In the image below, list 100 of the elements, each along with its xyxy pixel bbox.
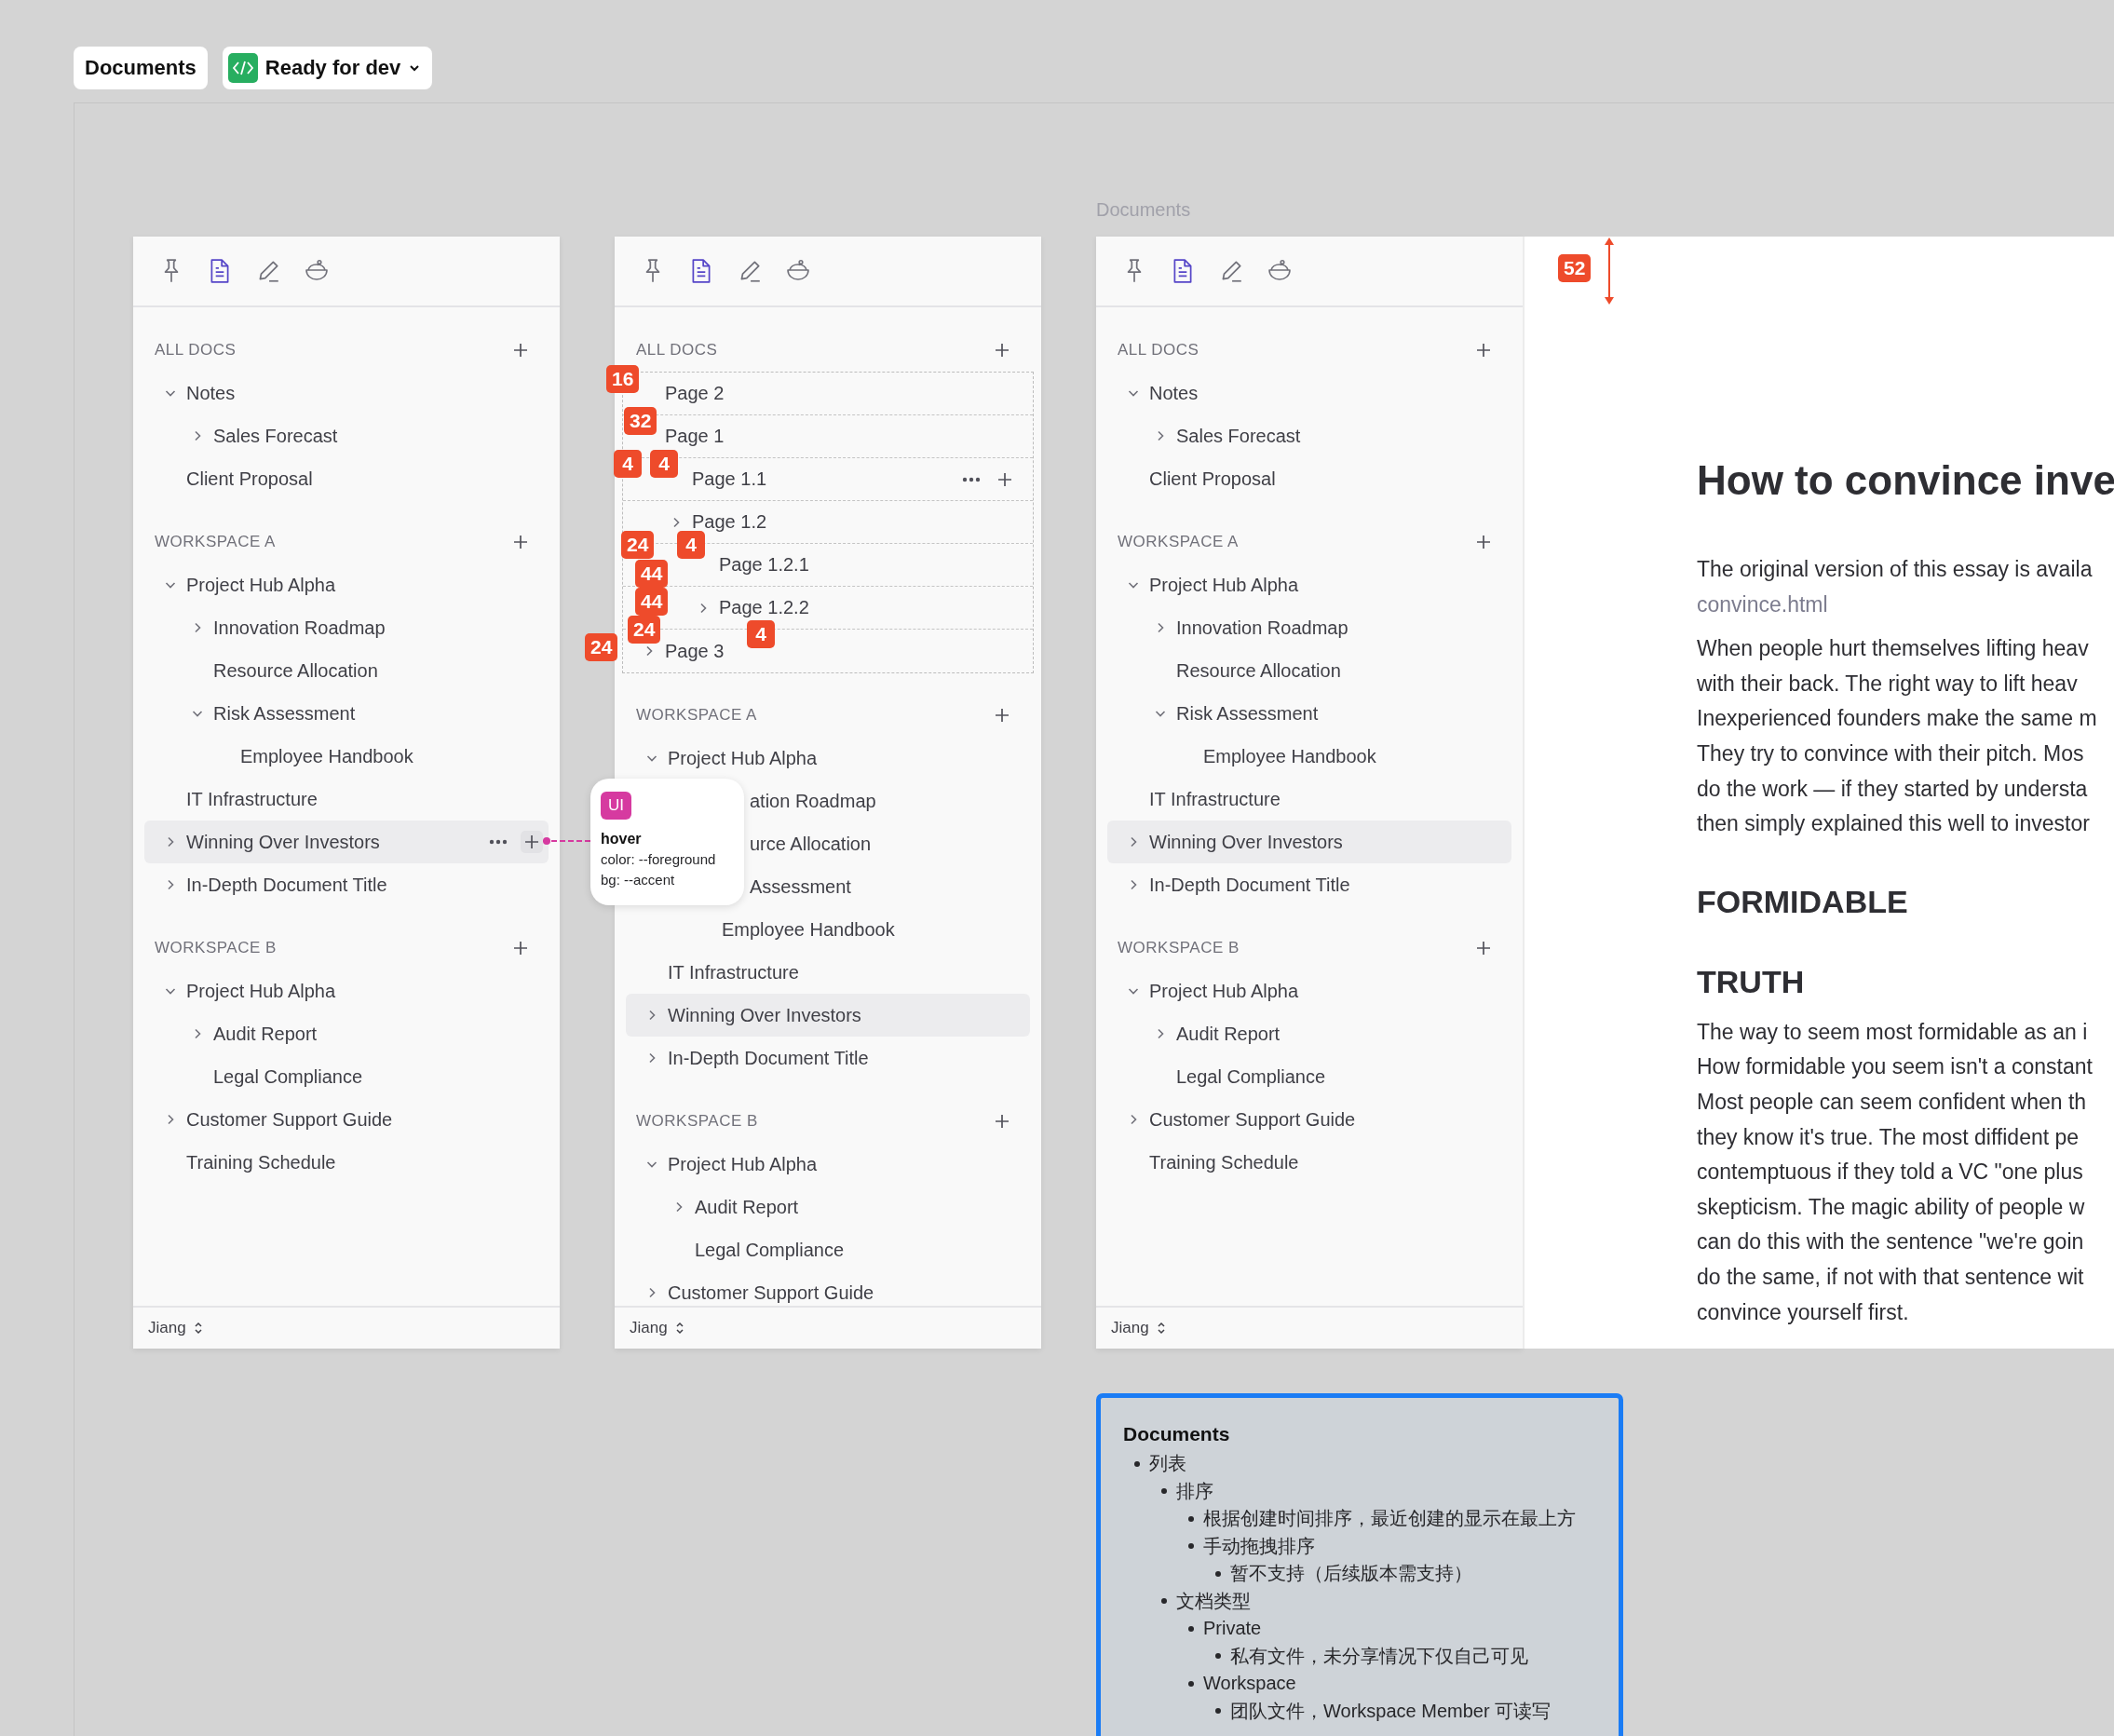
plus-icon	[1475, 342, 1492, 359]
tree-item[interactable]: Resource Allocation	[1107, 649, 1511, 692]
tree-item[interactable]: IT Infrastructure	[1107, 778, 1511, 821]
tree-item[interactable]: Innovation Roadmap	[1107, 606, 1511, 649]
tree-item[interactable]: Customer Support Guide	[626, 1271, 1030, 1306]
bullet-icon	[1215, 1653, 1221, 1660]
section-title: WORKSPACE A	[155, 533, 276, 551]
tree-item[interactable]: Legal Compliance	[144, 1055, 549, 1098]
plus-icon	[994, 342, 1010, 359]
tree-item[interactable]: Innovation Roadmap	[144, 606, 549, 649]
paragraph-text: When people hurt themselves lifting heav	[1697, 635, 2090, 663]
list-item-text: Workspace	[1203, 1672, 1296, 1695]
bullet-icon	[1134, 1460, 1140, 1467]
document-title: How to convince inve	[1697, 456, 2114, 505]
spacing-badge: 4	[650, 450, 678, 478]
tree-item[interactable]: Client Proposal	[144, 457, 549, 500]
tree-item[interactable]: Employee Handbook	[1107, 735, 1511, 778]
note-title: Documents	[1123, 1422, 1231, 1446]
ui-badge: UI	[601, 792, 631, 820]
spacing-badge: 4	[747, 620, 775, 648]
add-button[interactable]	[521, 831, 543, 853]
tree-item[interactable]: Page 2	[665, 372, 725, 415]
frame-button[interactable]: Documents	[74, 47, 208, 89]
document-icon	[209, 258, 231, 284]
tree-item[interactable]: In-Depth Document Title	[1107, 863, 1511, 906]
bullet-icon	[1188, 1625, 1194, 1632]
tree-item[interactable]: Customer Support Guide	[144, 1098, 549, 1141]
tree-item[interactable]: Sales Forecast	[144, 414, 549, 457]
more-icon[interactable]	[962, 476, 981, 482]
tree-item[interactable]: In-Depth Document Title	[626, 1037, 1030, 1079]
status-dropdown[interactable]: Ready for dev	[222, 47, 433, 89]
tooltip-state: hover	[601, 830, 643, 848]
tree-item[interactable]: Audit Report	[1107, 1012, 1511, 1055]
more-icon[interactable]	[489, 839, 508, 845]
tree-item[interactable]: Risk Assessment	[1107, 692, 1511, 735]
section-heading: TRUTH	[1697, 962, 1806, 1001]
paragraph-text: They try to convince with their pitch. Mos	[1697, 739, 2085, 767]
user-switcher[interactable]: Jiang	[630, 1319, 684, 1337]
tree-item[interactable]: Customer Support Guide	[1107, 1098, 1511, 1141]
tree-item[interactable]: IT Infrastructure	[626, 951, 1030, 994]
list-item-text: Private	[1203, 1617, 1262, 1640]
tree-item[interactable]: Project Hub Alpha	[144, 563, 549, 606]
tooltip-text: color: --foreground	[601, 850, 717, 869]
bullet-icon	[1188, 1680, 1194, 1687]
paragraph-text: contemptuous if they told a VC "one plus	[1697, 1159, 2084, 1187]
section-title: ALL DOCS	[155, 341, 237, 359]
tree-item[interactable]: Project Hub Alpha	[626, 737, 1030, 780]
tree-item[interactable]: Project Hub Alpha	[1107, 563, 1511, 606]
tree-item[interactable]: Notes	[1107, 372, 1511, 414]
tree-item[interactable]: Project Hub Alpha	[144, 970, 549, 1012]
spacing-badge: 44	[635, 560, 669, 588]
spacing-badge: 4	[677, 531, 705, 559]
paragraph-text: do the work — if they started by understa	[1697, 775, 2089, 803]
tree-item[interactable]: In-Depth Document Title	[144, 863, 549, 906]
bowl-icon	[785, 259, 811, 283]
tree-item[interactable]: Notes	[144, 372, 549, 414]
tree-item[interactable]: Employee Handbook	[626, 908, 1030, 951]
tree-item[interactable]: Winning Over Investors	[144, 821, 549, 863]
bowl-icon	[304, 259, 330, 283]
bullet-icon	[1161, 1598, 1167, 1605]
paragraph-text: The way to seem most formidable as an i	[1697, 1018, 2089, 1046]
link[interactable]: convince.html	[1697, 587, 2114, 623]
plus-icon	[512, 534, 529, 550]
paragraph-text: with their back. The right way to lift heav	[1697, 670, 2079, 698]
tree-item[interactable]: Audit Report	[144, 1012, 549, 1055]
spacing-badge: 52	[1558, 254, 1592, 282]
user-switcher[interactable]: Jiang	[1111, 1319, 1166, 1337]
paragraph-text: skepticism. The magic ability of people w	[1697, 1193, 2086, 1221]
paragraph-text: Inexperienced founders make the same m	[1697, 705, 2098, 733]
tree-item[interactable]: Page 1.1	[692, 457, 1022, 501]
plus-icon	[523, 834, 540, 850]
tree-item[interactable]: Client Proposal	[1107, 457, 1511, 500]
plus-icon	[512, 940, 529, 956]
tree-item[interactable]: Sales Forecast	[1107, 414, 1511, 457]
spacing-badge: 24	[628, 616, 661, 644]
section-title: ALL DOCS	[1118, 341, 1199, 359]
tree-item[interactable]: IT Infrastructure	[144, 778, 549, 821]
paragraph-text: convince yourself first.	[1697, 1298, 1910, 1326]
tree-item[interactable]: Page 1.2.1	[719, 543, 809, 587]
tree-item[interactable]: Winning Over Investors	[626, 994, 1030, 1037]
tree-item[interactable]: Legal Compliance	[1107, 1055, 1511, 1098]
user-switcher[interactable]: Jiang	[148, 1319, 203, 1337]
tree-item[interactable]: Project Hub Alpha	[1107, 970, 1511, 1012]
paragraph-text: can do this with the sentence "we're goin	[1697, 1228, 2085, 1256]
chevron-updown-icon	[193, 1322, 203, 1335]
paragraph-text: The original version of this essay is availa	[1697, 556, 2094, 583]
tree-item[interactable]: Winning Over Investors	[1107, 821, 1511, 863]
bullet-icon	[1188, 1543, 1194, 1550]
tree-item[interactable]: Audit Report	[626, 1186, 1030, 1228]
section-title: ALL DOCS	[636, 341, 718, 359]
tree-item[interactable]: Employee Handbook	[144, 735, 549, 778]
tree-item[interactable]: Project Hub Alpha	[626, 1143, 1030, 1186]
tree-item[interactable]: Training Schedule	[144, 1141, 549, 1184]
tree-item[interactable]: Resource Allocation	[144, 649, 549, 692]
chevron-updown-icon	[1156, 1322, 1166, 1335]
tree-item[interactable]: Training Schedule	[1107, 1141, 1511, 1184]
tree-item[interactable]: Legal Compliance	[626, 1228, 1030, 1271]
list-item-text: 根据创建时间排序，最近创建的显示在最上方	[1203, 1507, 1576, 1530]
tree-item[interactable]: Risk Assessment	[144, 692, 549, 735]
document-icon	[690, 258, 712, 284]
